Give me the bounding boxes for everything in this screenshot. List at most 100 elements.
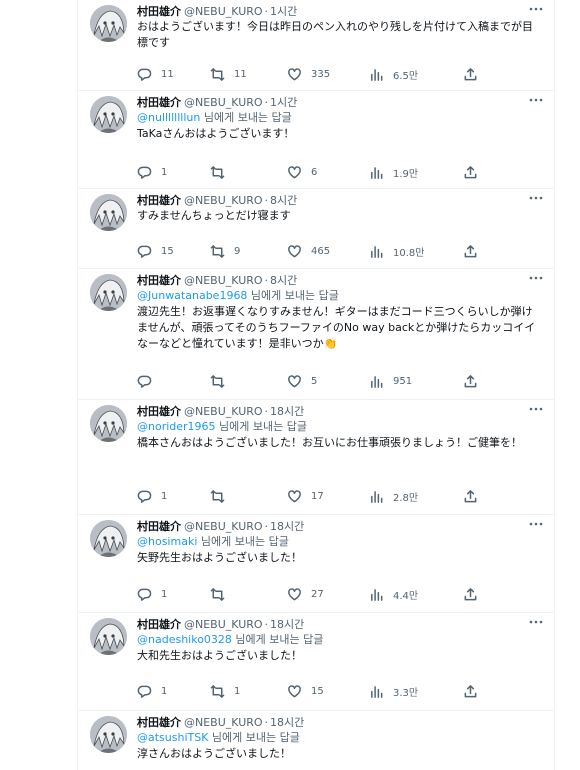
display-name[interactable]: 村田雄介 bbox=[137, 404, 181, 419]
reply-button[interactable]: 15 bbox=[137, 243, 174, 259]
like-count: 5 bbox=[311, 375, 318, 387]
user-handle[interactable]: @NEBU_KURO bbox=[184, 4, 263, 19]
share-button[interactable] bbox=[463, 683, 487, 699]
share-icon bbox=[464, 374, 477, 387]
timestamp[interactable]: 18시간 bbox=[270, 404, 304, 419]
timestamp[interactable]: 18시간 bbox=[270, 519, 304, 534]
reply-button[interactable]: 1 bbox=[137, 164, 167, 180]
reply-mention-link[interactable]: @Junwatanabe1968 bbox=[137, 289, 247, 302]
tweet[interactable]: 村田雄介 @NEBU_KURO · 18시간 @norider1965 님에게 보내는… bbox=[77, 400, 555, 515]
reply-mention-link[interactable]: @hosimaki bbox=[137, 535, 197, 548]
view-count: 3.3만 bbox=[393, 687, 419, 699]
share-button[interactable] bbox=[463, 488, 487, 504]
avatar[interactable] bbox=[90, 618, 127, 655]
views-button[interactable]: 10.8만 bbox=[369, 243, 424, 259]
user-handle[interactable]: @NEBU_KURO bbox=[184, 617, 263, 632]
retweet-button[interactable] bbox=[210, 586, 234, 602]
view-count: 6.5만 bbox=[393, 70, 419, 82]
tweet[interactable]: 村田雄介 @NEBU_KURO · 18시간 @hosimaki 님에게 보내는 답글… bbox=[77, 515, 555, 613]
tweet[interactable]: 村田雄介 @NEBU_KURO · 8시간 @Junwatanabe1968 님에게 … bbox=[77, 269, 555, 400]
views-button[interactable]: 2.8만 bbox=[369, 488, 418, 504]
display-name[interactable]: 村田雄介 bbox=[137, 519, 181, 534]
avatar[interactable] bbox=[90, 194, 127, 231]
reply-mention-link[interactable]: @norider1965 bbox=[137, 420, 216, 433]
reply-button[interactable]: 1 bbox=[137, 488, 167, 504]
display-name[interactable]: 村田雄介 bbox=[137, 617, 181, 632]
avatar[interactable] bbox=[90, 96, 127, 133]
more-options-icon[interactable] bbox=[527, 4, 545, 14]
more-options-icon[interactable] bbox=[527, 519, 545, 529]
views-button[interactable]: 3.3만 bbox=[369, 683, 418, 699]
avatar[interactable] bbox=[90, 274, 127, 311]
timestamp[interactable]: 1시간 bbox=[270, 95, 297, 110]
avatar[interactable] bbox=[90, 716, 127, 753]
retweet-button[interactable] bbox=[210, 373, 234, 389]
reply-count: 1 bbox=[161, 490, 168, 502]
user-handle[interactable]: @NEBU_KURO bbox=[184, 193, 263, 208]
timestamp[interactable]: 1시간 bbox=[270, 4, 297, 19]
views-button[interactable]: 6.5만 bbox=[369, 66, 418, 82]
like-button[interactable]: 6 bbox=[287, 164, 317, 180]
like-button[interactable]: 5 bbox=[287, 373, 317, 389]
like-button[interactable]: 27 bbox=[287, 586, 324, 602]
retweet-button[interactable] bbox=[210, 488, 234, 504]
timestamp[interactable]: 18시간 bbox=[270, 715, 304, 730]
user-handle[interactable]: @NEBU_KURO bbox=[184, 715, 263, 730]
reply-mention-link[interactable]: @nadeshiko0328 bbox=[137, 633, 232, 646]
reply-button[interactable]: 1 bbox=[137, 683, 167, 699]
reply-mention-link[interactable]: @atsushiTSK bbox=[137, 731, 208, 744]
reply-button[interactable] bbox=[137, 373, 161, 389]
tweet[interactable]: 村田雄介 @NEBU_KURO · 18시간 @atsushiTSK 님에게 보내는 … bbox=[77, 711, 555, 770]
like-button[interactable]: 465 bbox=[287, 243, 330, 259]
tweet-text: TaKaさんおはようございます！ bbox=[137, 127, 295, 140]
like-button[interactable]: 17 bbox=[287, 488, 324, 504]
reply-mention-link[interactable]: @nullllllllun bbox=[137, 111, 200, 124]
more-options-icon[interactable] bbox=[527, 617, 545, 627]
avatar[interactable] bbox=[90, 405, 127, 442]
timestamp[interactable]: 18시간 bbox=[270, 617, 304, 632]
more-options-icon[interactable] bbox=[527, 273, 545, 283]
tweet[interactable]: 村田雄介 @NEBU_KURO · 8시간 すみませんちょっとだけ寝ます 15 9 4… bbox=[77, 189, 555, 269]
retweet-button[interactable]: 11 bbox=[210, 66, 247, 82]
more-options-icon[interactable] bbox=[527, 404, 545, 414]
like-button[interactable]: 15 bbox=[287, 683, 324, 699]
user-handle[interactable]: @NEBU_KURO bbox=[184, 273, 263, 288]
share-button[interactable] bbox=[463, 586, 487, 602]
timestamp[interactable]: 8시간 bbox=[270, 273, 297, 288]
reply-icon bbox=[137, 166, 152, 179]
like-button[interactable]: 335 bbox=[287, 66, 330, 82]
reply-button[interactable]: 1 bbox=[137, 586, 167, 602]
share-button[interactable] bbox=[463, 164, 487, 180]
views-icon bbox=[371, 245, 383, 258]
tweet[interactable]: 村田雄介 @NEBU_KURO · 18시간 @nadeshiko0328 님에게 보… bbox=[77, 613, 555, 711]
share-button[interactable] bbox=[463, 66, 487, 82]
display-name[interactable]: 村田雄介 bbox=[137, 273, 181, 288]
retweet-button[interactable] bbox=[210, 164, 234, 180]
user-handle[interactable]: @NEBU_KURO bbox=[184, 404, 263, 419]
views-button[interactable]: 951 bbox=[369, 373, 412, 389]
reply-context: @hosimaki 님에게 보내는 답글 bbox=[137, 534, 537, 550]
user-handle[interactable]: @NEBU_KURO bbox=[184, 95, 263, 110]
reply-context: @atsushiTSK 님에게 보내는 답글 bbox=[137, 730, 537, 746]
views-button[interactable]: 4.4만 bbox=[369, 586, 418, 602]
timestamp[interactable]: 8시간 bbox=[270, 193, 297, 208]
display-name[interactable]: 村田雄介 bbox=[137, 193, 181, 208]
reply-icon bbox=[137, 68, 152, 81]
reply-button[interactable]: 11 bbox=[137, 66, 174, 82]
timeline: 村田雄介 @NEBU_KURO · 1시간 おはようございます！今日は昨日のペン入れの… bbox=[77, 0, 555, 770]
display-name[interactable]: 村田雄介 bbox=[137, 4, 181, 19]
avatar[interactable] bbox=[90, 520, 127, 557]
share-button[interactable] bbox=[463, 243, 487, 259]
more-options-icon[interactable] bbox=[527, 193, 545, 203]
display-name[interactable]: 村田雄介 bbox=[137, 715, 181, 730]
user-handle[interactable]: @NEBU_KURO bbox=[184, 519, 263, 534]
tweet[interactable]: 村田雄介 @NEBU_KURO · 1시간 @nullllllllun 님에게 보내는… bbox=[77, 91, 555, 189]
more-options-icon[interactable] bbox=[527, 95, 545, 105]
tweet[interactable]: 村田雄介 @NEBU_KURO · 1시간 おはようございます！今日は昨日のペン入れの… bbox=[77, 0, 555, 91]
retweet-button[interactable]: 9 bbox=[210, 243, 240, 259]
display-name[interactable]: 村田雄介 bbox=[137, 95, 181, 110]
share-button[interactable] bbox=[463, 373, 487, 389]
avatar[interactable] bbox=[90, 5, 127, 42]
retweet-button[interactable]: 1 bbox=[210, 683, 240, 699]
views-button[interactable]: 1.9만 bbox=[369, 164, 418, 180]
